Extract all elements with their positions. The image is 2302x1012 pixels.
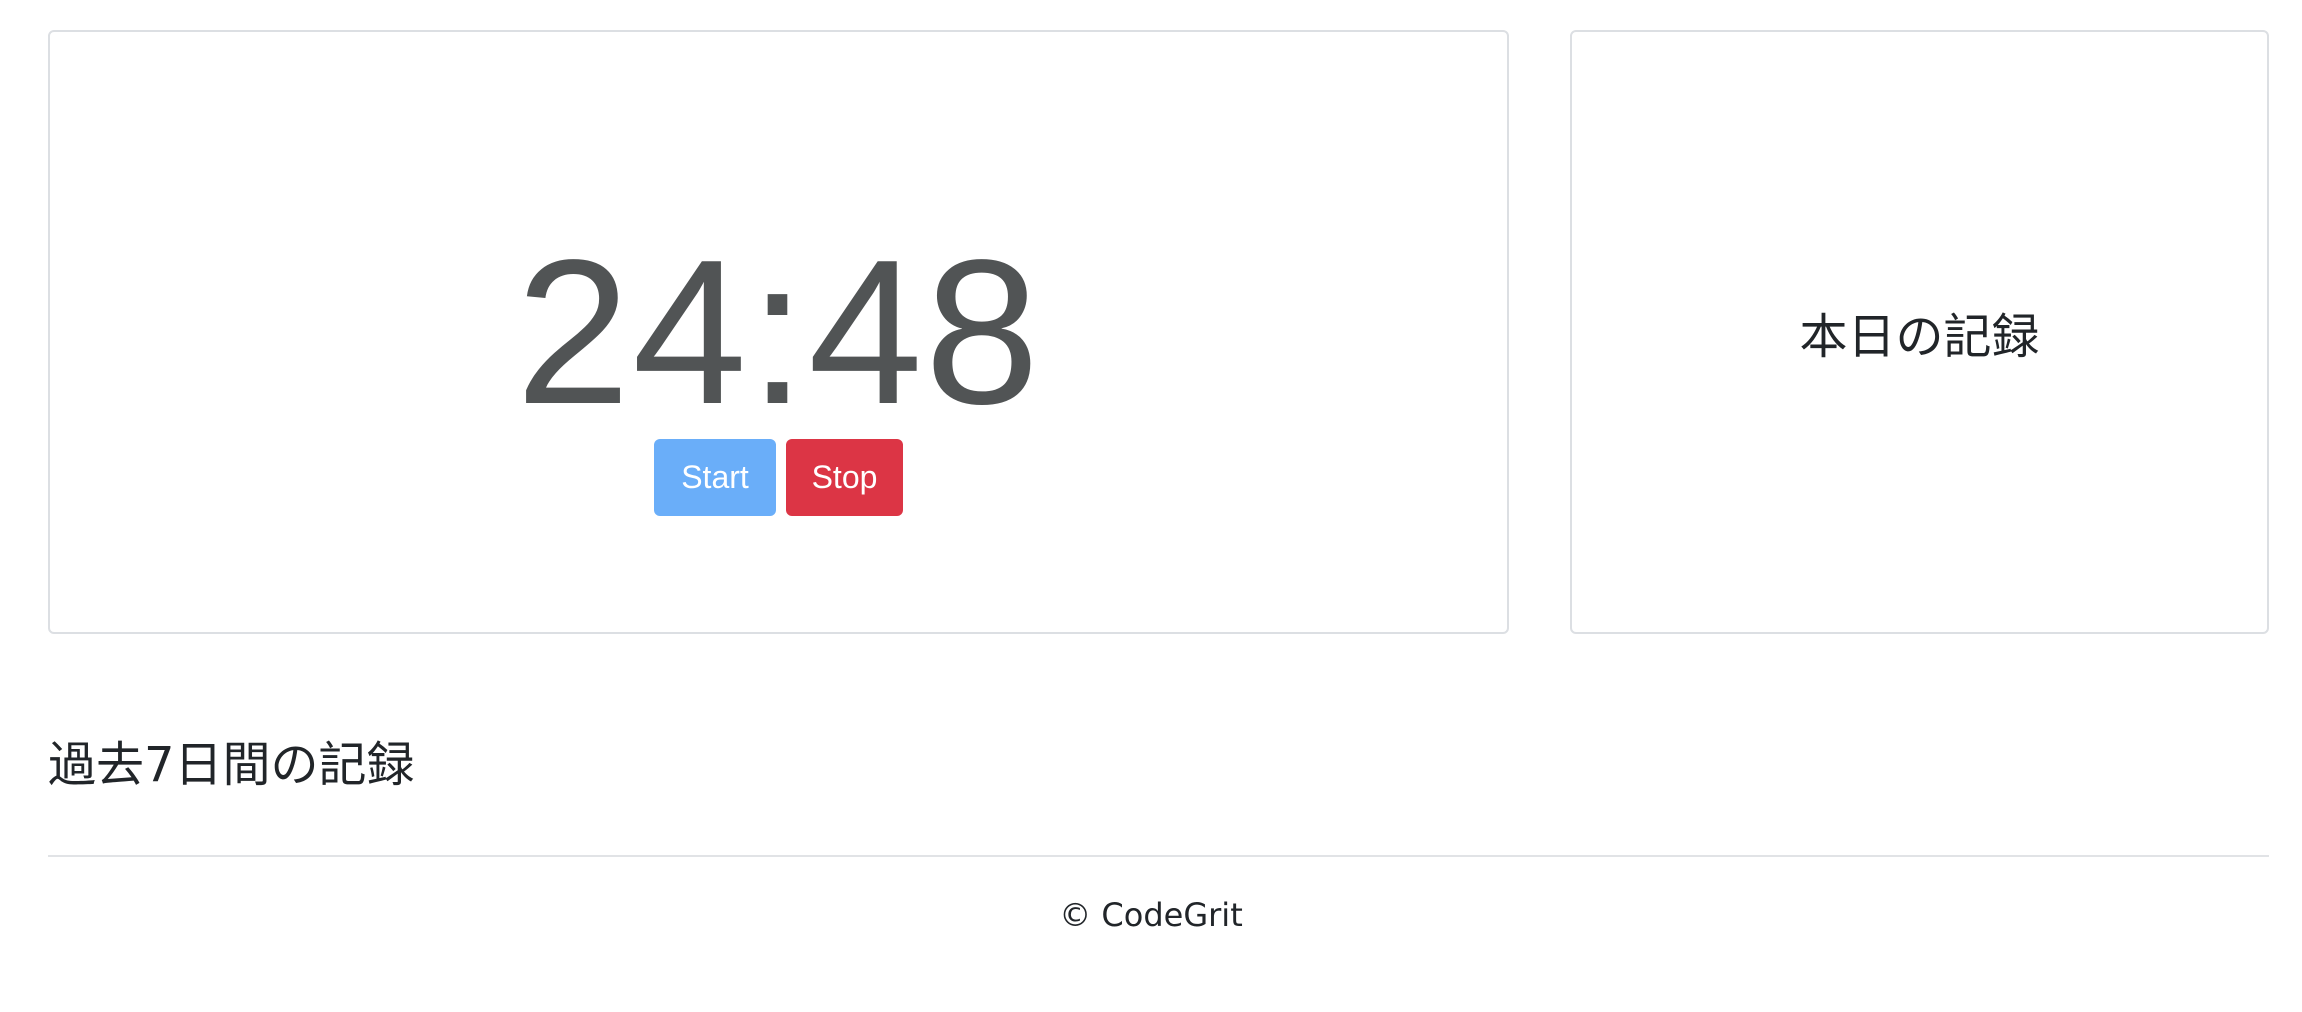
timer-card: 24:48 Start Stop bbox=[48, 30, 1509, 634]
page: 24:48 Start Stop 本日の記録 過去7日間の記録 © CodeGr… bbox=[0, 0, 2302, 1012]
start-button[interactable]: Start bbox=[654, 439, 776, 516]
stop-button[interactable]: Stop bbox=[786, 439, 903, 516]
today-record-title: 本日の記録 bbox=[1799, 309, 2040, 365]
past-week-record-title: 過去7日間の記録 bbox=[48, 737, 415, 793]
today-record-card: 本日の記録 bbox=[1570, 30, 2269, 634]
timer-controls: Start Stop bbox=[50, 439, 1507, 516]
footer-divider bbox=[48, 855, 2269, 857]
timer-display: 24:48 bbox=[515, 217, 1042, 447]
footer-copyright: © CodeGrit bbox=[1059, 896, 1243, 934]
